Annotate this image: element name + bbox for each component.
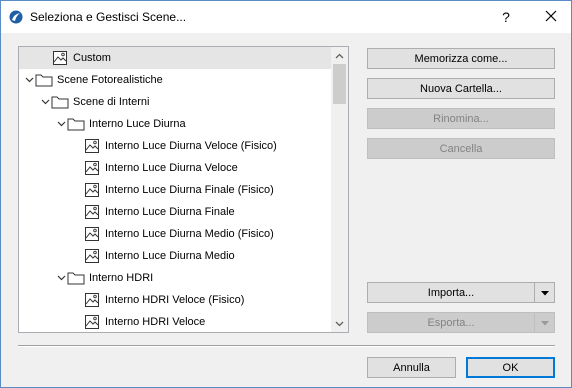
tree-folder-row[interactable]: Interno HDRI: [19, 267, 331, 289]
ok-button[interactable]: OK: [466, 357, 555, 378]
scene-image-icon: [83, 226, 101, 242]
scene-image-icon: [51, 50, 69, 66]
tree-item-label: Interno Luce Diurna Finale (Fisico): [105, 184, 274, 196]
chevron-down-icon: [335, 318, 344, 330]
tree-scene-row[interactable]: Interno Luce Diurna Medio (Fisico): [19, 223, 331, 245]
tree-folder-row[interactable]: Scene Fotorealistiche: [19, 69, 331, 91]
tree-item-label: Interno HDRI Veloce: [105, 316, 206, 328]
dropdown-arrow-icon: [540, 287, 549, 299]
tree-scene-row[interactable]: Interno Luce Diurna Medio: [19, 245, 331, 267]
tree-scene-row[interactable]: Interno HDRI Veloce (Fisico): [19, 289, 331, 311]
folder-icon: [51, 94, 69, 110]
chevron-up-icon: [335, 50, 344, 62]
scene-image-icon: [83, 160, 101, 176]
scene-tree[interactable]: Custom Scene Fotorealistiche Scene di Inte…: [18, 46, 349, 333]
tree-item-label: Interno HDRI: [89, 272, 154, 284]
import-menu-toggle[interactable]: [534, 283, 554, 302]
cancel-button[interactable]: Annulla: [367, 357, 456, 378]
tree-item-label: Interno Luce Diurna: [89, 118, 186, 130]
scene-image-icon: [83, 292, 101, 308]
import-button[interactable]: Importa...: [367, 282, 555, 303]
chevron-down-icon[interactable]: [55, 272, 67, 284]
scroll-up-button[interactable]: [331, 47, 348, 64]
chevron-down-icon[interactable]: [39, 96, 51, 108]
chevron-down-icon[interactable]: [23, 74, 35, 86]
folder-icon: [67, 270, 85, 286]
scroll-thumb[interactable]: [333, 64, 346, 104]
tree-scene-row[interactable]: Interno Luce Diurna Finale: [19, 201, 331, 223]
tree-scene-row[interactable]: Interno HDRI Veloce: [19, 311, 331, 332]
tree-item-label: Interno Luce Diurna Medio (Fisico): [105, 228, 274, 240]
tree-folder-row[interactable]: Scene di Interni: [19, 91, 331, 113]
title-bar[interactable]: Seleziona e Gestisci Scene... ?: [1, 1, 571, 33]
tree-scene-row[interactable]: Interno Luce Diurna Finale (Fisico): [19, 179, 331, 201]
folder-icon: [35, 72, 53, 88]
tree-scene-row[interactable]: Interno Luce Diurna Veloce: [19, 157, 331, 179]
delete-button[interactable]: Cancella: [367, 138, 555, 159]
new-folder-button[interactable]: Nuova Cartella...: [367, 78, 555, 99]
help-button[interactable]: ?: [491, 1, 521, 33]
tree-item-label: Custom: [73, 52, 111, 64]
export-label: Esporta...: [427, 316, 475, 329]
tree-item-label: Interno Luce Diurna Veloce: [105, 162, 238, 174]
scroll-down-button[interactable]: [331, 315, 348, 332]
tree-item-label: Interno Luce Diurna Medio: [105, 250, 235, 262]
folder-icon: [67, 116, 85, 132]
archicad-icon: [9, 10, 23, 24]
scene-image-icon: [83, 248, 101, 264]
save-as-button[interactable]: Memorizza come...: [367, 48, 555, 69]
tree-folder-row[interactable]: Interno Luce Diurna: [19, 113, 331, 135]
dropdown-arrow-icon: [540, 317, 549, 329]
tree-scene-row[interactable]: Interno Luce Diurna Veloce (Fisico): [19, 135, 331, 157]
window-title: Seleziona e Gestisci Scene...: [30, 10, 187, 24]
chevron-down-icon[interactable]: [55, 118, 67, 130]
scene-image-icon: [83, 138, 101, 154]
tree-scrollbar[interactable]: [331, 47, 348, 332]
export-menu-toggle[interactable]: [534, 313, 554, 332]
scene-image-icon: [83, 204, 101, 220]
close-icon: [545, 10, 557, 25]
tree-item-label: Scene di Interni: [73, 96, 150, 108]
export-button[interactable]: Esporta...: [367, 312, 555, 333]
tree-item-label: Interno Luce Diurna Veloce (Fisico): [105, 140, 277, 152]
tree-item-label: Interno HDRI Veloce (Fisico): [105, 294, 245, 306]
tree-scene-row[interactable]: Custom: [19, 47, 331, 69]
scene-image-icon: [83, 314, 101, 330]
tree-item-label: Interno Luce Diurna Finale: [105, 206, 235, 218]
rename-button[interactable]: Rinomina...: [367, 108, 555, 129]
scene-image-icon: [83, 182, 101, 198]
close-button[interactable]: [531, 1, 571, 33]
footer-separator: [18, 345, 555, 347]
import-label: Importa...: [427, 286, 475, 299]
dialog-window: Seleziona e Gestisci Scene... ? Custom Sc…: [0, 0, 572, 388]
tree-item-label: Scene Fotorealistiche: [57, 74, 163, 86]
